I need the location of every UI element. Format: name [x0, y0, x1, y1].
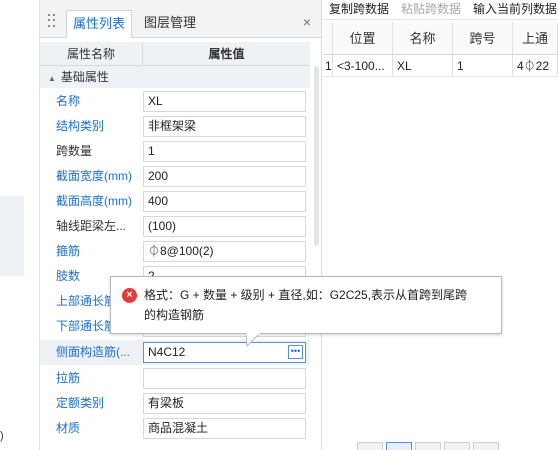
property-label: 名称 [56, 94, 81, 108]
property-row-structure-type: 结构类别 非框架梁 [40, 114, 310, 139]
table-toolbar: 复制跨数据 粘贴跨数据 输入当前列数据 [323, 0, 558, 20]
property-value-field[interactable]: 1 [143, 141, 306, 162]
bottom-tab[interactable] [386, 442, 412, 450]
property-row-material: 材质 商品混凝土 [40, 416, 310, 441]
property-row-section-height: 截面高度(mm) 400 [40, 189, 310, 214]
property-value-field[interactable]: 200 [143, 166, 306, 187]
property-row-name: 名称 XL [40, 89, 310, 114]
group-basic-properties[interactable]: ▲ 基础属性 [40, 66, 310, 88]
panel-tab-bar: 属性列表 图层管理 × [40, 0, 321, 38]
cell-top-bars[interactable]: 4⏀22 [513, 55, 558, 76]
cell-span[interactable]: 1 [453, 55, 513, 76]
left-strip-text: ) [0, 430, 4, 442]
property-grid-header: 属性名称 属性值 [40, 42, 310, 66]
property-value-field[interactable]: XL [143, 91, 306, 112]
property-panel: 属性列表 图层管理 × 属性名称 属性值 ▲ 基础属性 名称 XL 结构类别 非框… [40, 0, 322, 450]
property-row-side-bars: 侧面构造筋(... N4C12 ••• [40, 340, 310, 365]
tooltip-pointer [246, 333, 260, 347]
tab-property-list[interactable]: 属性列表 [66, 10, 133, 38]
header-property-value: 属性值 [208, 47, 245, 61]
property-label: 拉筋 [56, 371, 81, 385]
app-window: ) 属性列表 图层管理 × 属性名称 属性值 ▲ 基础属性 名称 XL 结构类别 … [0, 0, 558, 450]
ellipsis-button[interactable]: ••• [288, 345, 303, 359]
property-label: 轴线距梁左... [56, 219, 127, 233]
property-row-tie-bars: 拉筋 [40, 366, 310, 391]
input-current-column-button[interactable]: 输入当前列数据 [473, 2, 557, 16]
property-value-field[interactable]: 400 [143, 191, 306, 212]
cell-name[interactable]: XL [393, 55, 453, 76]
tab-layer-management[interactable]: 图层管理 [138, 10, 202, 38]
col-header-position: 位置 [333, 22, 393, 54]
property-row-quota-category: 定额类别 有梁板 [40, 391, 310, 416]
col-header-index [323, 22, 333, 54]
header-property-name: 属性名称 [40, 42, 143, 65]
group-label: 基础属性 [60, 70, 109, 84]
property-value-text: N4C12 [148, 345, 186, 359]
property-row-stirrup: 箍筋 ⏀8@100(2) [40, 239, 310, 264]
span-table-area: 复制跨数据 粘贴跨数据 输入当前列数据 位置 名称 跨号 上通 1 <3-100..… [323, 0, 558, 450]
bottom-tab-strip [357, 442, 499, 450]
property-label: 跨数量 [56, 144, 93, 158]
drag-grip-icon[interactable] [48, 14, 56, 28]
property-label: 截面宽度(mm) [56, 169, 132, 183]
col-header-name: 名称 [393, 22, 453, 54]
property-label: 箍筋 [56, 244, 81, 258]
property-value-field[interactable] [143, 368, 306, 389]
table-header: 位置 名称 跨号 上通 [323, 22, 558, 55]
close-icon[interactable]: × [303, 14, 311, 30]
cell-index: 1 [323, 55, 333, 76]
col-header-span: 跨号 [453, 22, 513, 54]
bottom-tab[interactable] [473, 442, 499, 450]
col-header-top-bars: 上通 [513, 22, 558, 54]
cell-position[interactable]: <3-100... [333, 55, 393, 76]
property-label: 材质 [56, 421, 81, 435]
property-value-field[interactable]: 非框架梁 [143, 116, 306, 137]
bottom-tab[interactable] [444, 442, 470, 450]
property-value-field[interactable]: ⏀8@100(2) [143, 241, 306, 262]
copy-span-data-button[interactable]: 复制跨数据 [329, 2, 389, 16]
property-row-section-width: 截面宽度(mm) 200 [40, 164, 310, 189]
property-row-axis-offset: 轴线距梁左... (100) [40, 214, 310, 239]
property-value-field[interactable]: 商品混凝土 [143, 418, 306, 439]
collapse-triangle-icon[interactable]: ▲ [48, 74, 56, 83]
property-value-field[interactable]: 有梁板 [143, 393, 306, 414]
left-strip-block [0, 196, 24, 276]
error-icon: × [122, 288, 137, 303]
paste-span-data-button[interactable]: 粘贴跨数据 [401, 2, 461, 16]
left-strip: ) [0, 0, 40, 450]
table-row[interactable]: 1 <3-100... XL 1 4⏀22 [323, 55, 558, 77]
property-label: 定额类别 [56, 396, 105, 410]
property-row-span-count: 跨数量 1 [40, 139, 310, 164]
vertical-scrollbar[interactable] [314, 66, 319, 246]
property-value-field[interactable]: (100) [143, 216, 306, 237]
bottom-tab[interactable] [415, 442, 441, 450]
bottom-tab[interactable] [357, 442, 383, 450]
tooltip-line-2: 的构造钢筋 [144, 308, 205, 322]
side-bars-input[interactable]: N4C12 ••• [143, 342, 306, 363]
property-label: 侧面构造筋(... [56, 345, 130, 359]
property-label: 结构类别 [56, 119, 105, 133]
property-label: 截面高度(mm) [56, 194, 132, 208]
format-tooltip: × 格式：G + 数量 + 级别 + 直径,如：G2C25,表示从首跨到尾跨 的… [110, 276, 502, 334]
tooltip-line-1: 格式：G + 数量 + 级别 + 直径,如：G2C25,表示从首跨到尾跨 [144, 288, 468, 302]
